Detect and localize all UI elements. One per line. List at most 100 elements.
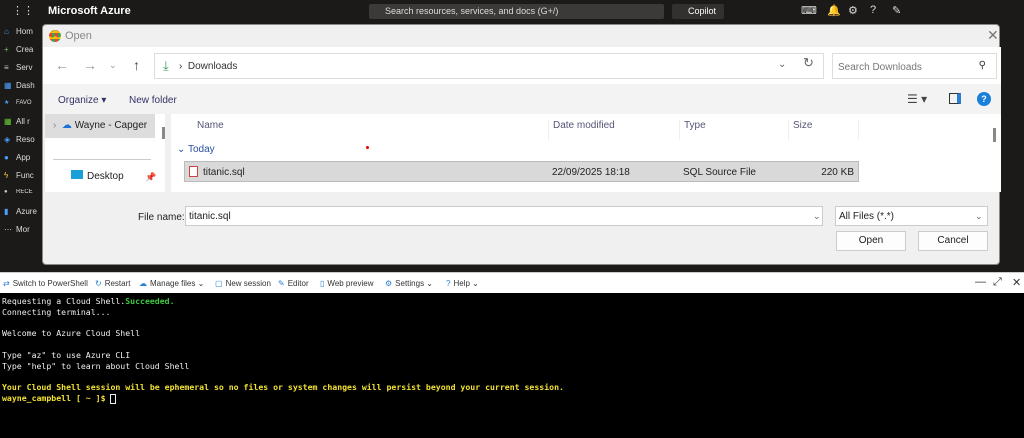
settings-button[interactable]: ⚙ Settings ⌄ — [385, 279, 433, 288]
open-file-dialog: Open ✕ ← → ⌄ ↑ ⤓ › Downloads ⌄ ↻ Search … — [42, 24, 1001, 265]
clock-icon: ● — [4, 189, 8, 195]
cloud-shell-icon[interactable]: ⌨ — [801, 4, 817, 17]
close-icon[interactable]: ✕ — [1012, 276, 1021, 289]
sidebar-item-azure[interactable]: ▮ Azure — [4, 207, 42, 216]
column-divider — [858, 120, 863, 140]
function-icon: ϟ — [4, 171, 9, 180]
cloud-icon: ☁ — [61, 120, 72, 131]
list-icon: ≡ — [4, 63, 9, 72]
column-date-modified[interactable]: Date modified — [548, 120, 615, 140]
cursor-dot — [366, 146, 369, 149]
storage-icon: ▮ — [4, 207, 9, 216]
file-name-label: File name: — [138, 212, 185, 223]
restart-button[interactable]: ↻ Restart — [95, 279, 131, 288]
help-icon[interactable]: ? — [870, 4, 876, 16]
cancel-button[interactable]: Cancel — [918, 231, 988, 251]
desktop-folder-icon — [71, 170, 83, 179]
sidebar-item-resource-groups[interactable]: ◈ Reso — [4, 135, 42, 144]
navigation-row: ← → ⌄ ↑ ⤓ › Downloads ⌄ ↻ Search Downloa… — [43, 47, 1001, 84]
chevron-down-icon[interactable]: ⌄ — [813, 211, 821, 222]
recent-locations-icon[interactable]: ⌄ — [109, 60, 117, 71]
new-session-button[interactable]: ▢ New session — [215, 279, 271, 288]
cloud-shell-toolbar: ⇄ Switch to PowerShell ↻ Restart ☁ Manage f… — [0, 272, 1024, 293]
cloud-upload-icon: ☁ — [139, 279, 147, 288]
download-icon: ⤓ — [163, 58, 169, 73]
settings-icon[interactable]: ⚙ — [848, 4, 858, 17]
nav-item-desktop[interactable]: Desktop — [71, 170, 124, 182]
file-list-scrollbar[interactable] — [993, 128, 996, 142]
address-bar[interactable]: ⤓ › Downloads — [154, 53, 824, 79]
editor-button[interactable]: ✎ Editor — [278, 279, 309, 288]
column-size[interactable]: Size — [788, 120, 812, 140]
switch-powershell-button[interactable]: ⇄ Switch to PowerShell — [3, 279, 88, 288]
column-type[interactable]: Type — [679, 120, 706, 140]
pencil-icon: ✎ — [278, 279, 285, 288]
switch-icon: ⇄ — [3, 279, 10, 288]
file-size: 220 KB — [821, 167, 854, 178]
nav-item-onedrive[interactable]: › ☁ Wayne - Capger — [45, 114, 155, 138]
file-row[interactable]: titanic.sql 22/09/2025 18:18 SQL Source … — [184, 161, 859, 182]
minimize-icon[interactable]: — — [975, 276, 986, 288]
sidebar-item-app-services[interactable]: ● App — [4, 153, 42, 162]
pin-icon[interactable]: 📌 — [145, 172, 156, 183]
home-icon: ⌂ — [4, 27, 9, 36]
file-date: 22/09/2025 18:18 — [552, 167, 630, 178]
dialog-title: Open — [65, 30, 92, 42]
close-icon[interactable]: ✕ — [987, 27, 999, 44]
web-preview-icon: ▯ — [320, 279, 325, 288]
app-launcher-icon[interactable]: ⋮⋮ — [12, 4, 34, 17]
divider — [53, 159, 151, 160]
sidebar-item-dashboard[interactable]: ▦ Dash — [4, 81, 42, 90]
dashboard-icon: ▦ — [4, 81, 12, 90]
refresh-icon[interactable]: ↻ — [803, 55, 814, 71]
address-path: › Downloads — [179, 61, 238, 72]
feedback-icon[interactable]: ✎ — [892, 4, 901, 17]
chevron-down-icon[interactable]: ⌄ — [778, 59, 786, 70]
command-bar: Organize ▾ New folder ☰ ▾ ? — [43, 84, 1001, 114]
new-folder-button[interactable]: New folder — [129, 95, 177, 106]
sidebar-item-all-resources[interactable]: ▦ All r — [4, 117, 42, 126]
terminal[interactable]: Requesting a Cloud Shell.Succeeded. Conn… — [0, 293, 1024, 438]
sidebar-item-home[interactable]: ⌂ Hom — [4, 27, 42, 36]
organize-button[interactable]: Organize ▾ — [58, 95, 106, 106]
plus-icon: + — [4, 45, 9, 54]
sidebar-item-services[interactable]: ≡ Serv — [4, 63, 42, 72]
group-today[interactable]: ⌄ Today — [177, 144, 215, 155]
preview-pane-icon[interactable] — [949, 93, 961, 104]
file-name-input[interactable]: titanic.sql — [185, 206, 823, 226]
column-name[interactable]: Name — [193, 120, 224, 140]
search-input[interactable]: Search Downloads ⚲ — [832, 53, 997, 79]
sidebar-recent: ● RECE — [4, 189, 33, 195]
sidebar-item-functions[interactable]: ϟ Func — [4, 171, 42, 180]
help-icon[interactable]: ? — [977, 92, 991, 106]
help-button[interactable]: ? Help ⌄ — [446, 279, 479, 288]
web-preview-button[interactable]: ▯ Web preview — [320, 279, 374, 288]
navigation-pane: › ☁ Wayne - Capger Desktop 📌 — [45, 114, 165, 192]
global-search-input[interactable]: Search resources, services, and docs (G+… — [369, 4, 664, 19]
resource-group-icon: ◈ — [4, 135, 11, 144]
nav-scrollbar[interactable] — [162, 127, 165, 139]
view-options-icon[interactable]: ☰ ▾ — [907, 92, 927, 106]
help-icon: ? — [446, 279, 451, 288]
star-icon: ★ — [4, 100, 10, 106]
file-type-select[interactable]: All Files (*.*) — [835, 206, 988, 226]
file-list: Name Date modified Type Size ⌄ Today tit… — [171, 114, 1001, 192]
manage-files-button[interactable]: ☁ Manage files ⌄ — [139, 279, 204, 288]
more-icon: ⋯ — [4, 225, 12, 234]
search-icon: ⚲ — [978, 60, 986, 71]
azure-brand[interactable]: Microsoft Azure — [48, 5, 131, 17]
back-icon[interactable]: ← — [55, 57, 69, 73]
sidebar-item-create[interactable]: + Crea — [4, 45, 42, 54]
sidebar-item-more[interactable]: ⋯ Mor — [4, 225, 42, 234]
open-button[interactable]: Open — [836, 231, 906, 251]
file-row-partial[interactable] — [184, 186, 844, 192]
notifications-icon[interactable]: 🔔 — [827, 4, 841, 17]
forward-icon[interactable]: → — [83, 57, 97, 73]
chevron-down-icon[interactable]: ⌄ — [975, 211, 983, 222]
copilot-button[interactable]: Copilot — [672, 4, 724, 19]
up-icon[interactable]: ↑ — [133, 57, 140, 73]
maximize-icon[interactable]: ⤢ — [993, 276, 1002, 289]
grid-icon: ▦ — [4, 117, 12, 126]
sql-file-icon — [189, 166, 198, 177]
file-type: SQL Source File — [683, 167, 756, 178]
